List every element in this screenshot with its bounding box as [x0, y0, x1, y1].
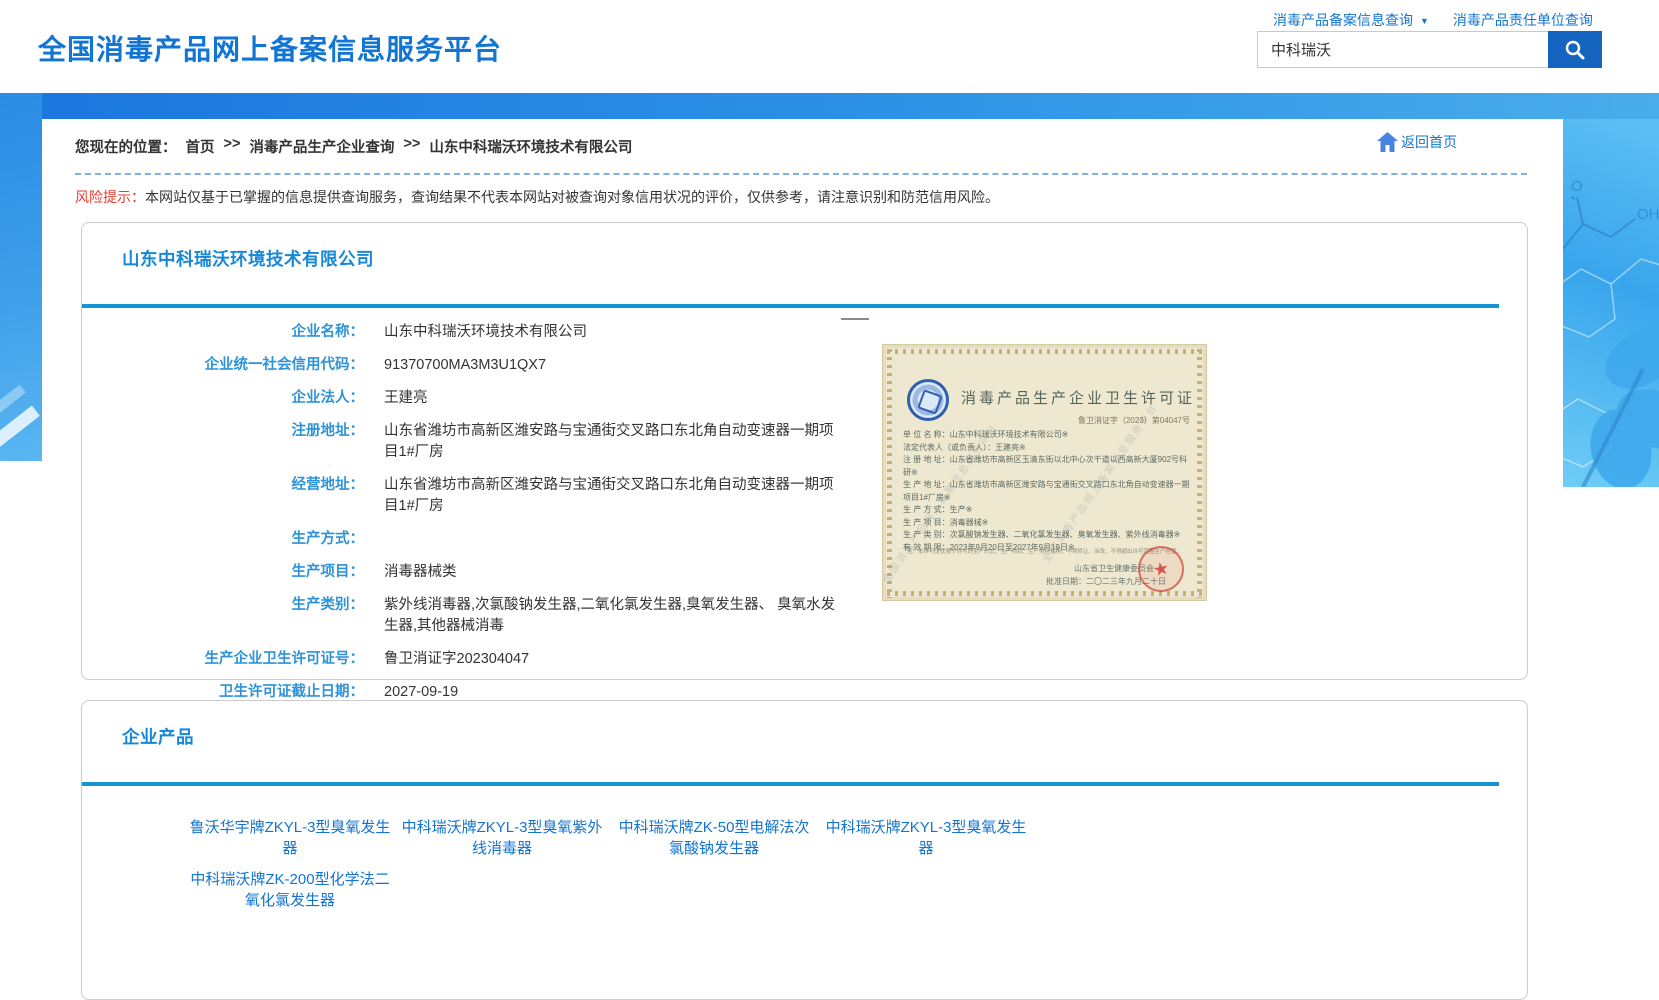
company-products-card: 企业产品 鲁沃华宇牌ZKYL-3型臭氧发生器 中科瑞沃牌ZKYL-3型臭氧紫外线…	[81, 700, 1528, 1000]
header-band	[0, 93, 1659, 119]
nav-link-responsible-unit-query[interactable]: 消毒产品责任单位查询	[1453, 10, 1593, 30]
certificate-line: 生 产 地 址：山东省潍坊市高新区潍安路与宝通街交叉路口东北角自动变速器一期项目…	[903, 479, 1191, 504]
certificate-number: 鲁卫消证字（2023）第04047号	[1078, 415, 1190, 426]
field-label: 经营地址：	[82, 475, 364, 517]
search-icon	[1563, 38, 1587, 62]
company-fields: 企业名称： 山东中科瑞沃环境技术有限公司 企业统一社会信用代码： 9137070…	[82, 322, 872, 715]
dashed-divider	[75, 173, 1527, 175]
breadcrumb-current-page: 山东中科瑞沃环境技术有限公司	[429, 136, 632, 157]
field-label: 生产企业卫生许可证号：	[82, 649, 364, 670]
field-row-production-category: 生产类别： 紫外线消毒器,次氯酸钠发生器,二氧化氯发生器,臭氧发生器、 臭氧水发…	[82, 595, 872, 637]
certificate-emblem-icon	[907, 379, 949, 421]
field-row-production-project: 生产项目： 消毒器械类	[82, 562, 872, 583]
field-row-legal-person: 企业法人： 王建亮	[82, 388, 872, 409]
breadcrumb-separator: >>	[403, 136, 420, 157]
field-value: 紫外线消毒器,次氯酸钠发生器,二氧化氯发生器,臭氧发生器、 臭氧水发生器,其他器…	[384, 595, 842, 637]
field-label: 生产项目：	[82, 562, 364, 583]
seal-star: ★	[1151, 557, 1171, 581]
field-label: 生产类别：	[82, 595, 364, 637]
risk-notice-label: 风险提示：	[75, 189, 145, 205]
products-grid: 鲁沃华宇牌ZKYL-3型臭氧发生器 中科瑞沃牌ZKYL-3型臭氧紫外线消毒器 中…	[184, 817, 1032, 911]
right-background-decoration: O OH	[1563, 119, 1659, 487]
field-row-business-address: 经营地址： 山东省潍坊市高新区潍安路与宝通街交叉路口东北角自动变速器一期项目1#…	[82, 475, 872, 517]
product-link[interactable]: 中科瑞沃牌ZKYL-3型臭氧发生器	[820, 817, 1032, 859]
certificate-line: 生 产 类 别：次氯酸钠发生器、二氧化氯发生器、臭氧发生器、紫外线消毒器※	[903, 529, 1191, 542]
certificate-line: 注 册 地 址：山东省潍坊市高新区玉清东街以北中心次干道以西高新大厦902号科研…	[903, 454, 1191, 479]
product-link[interactable]: 鲁沃华宇牌ZKYL-3型臭氧发生器	[184, 817, 396, 859]
page-header: 全国消毒产品网上备案信息服务平台 消毒产品备案信息查询 ▼ 消毒产品责任单位查询	[0, 0, 1659, 93]
svg-text:O: O	[1571, 178, 1583, 195]
products-section-title: 企业产品	[122, 724, 194, 749]
nav-link-record-info-query[interactable]: 消毒产品备案信息查询 ▼	[1273, 10, 1429, 30]
certificate-line: 生 产 项 目：消毒器械※	[903, 517, 1191, 530]
field-label: 企业统一社会信用代码：	[82, 355, 364, 376]
nav-link-record-info-label: 消毒产品备案信息查询	[1273, 10, 1413, 30]
card-title-rule	[82, 782, 1499, 786]
field-value: 91370700MA3M3U1QX7	[384, 355, 546, 376]
company-name-title: 山东中科瑞沃环境技术有限公司	[122, 246, 374, 271]
field-row-production-mode: 生产方式：	[82, 529, 872, 550]
product-link[interactable]: 中科瑞沃牌ZK-50型电解法次氯酸钠发生器	[608, 817, 820, 859]
dash-mark	[841, 318, 869, 320]
left-chevron-shape	[0, 406, 40, 452]
risk-notice-text: 本网站仅基于已掌握的信息提供查询服务，查询结果不代表本网站对被查询对象信用状况的…	[145, 189, 999, 205]
field-value: 山东中科瑞沃环境技术有限公司	[384, 322, 587, 343]
certificate-border-decoration	[887, 349, 1204, 354]
card-title-rule	[82, 304, 1499, 308]
license-certificate-image[interactable]: 全国消毒产品网上备案信息服务平台 全国消毒产品网上备案信息服务平台 消毒产品生产…	[882, 344, 1207, 601]
search-bar	[1257, 31, 1602, 68]
search-button[interactable]	[1548, 31, 1602, 68]
left-background-decoration	[0, 93, 42, 461]
molecule-illustration: O OH	[1563, 119, 1659, 487]
field-value: 山东省潍坊市高新区潍安路与宝通街交叉路口东北角自动变速器一期项目1#厂房	[384, 421, 842, 463]
field-value: 消毒器械类	[384, 562, 457, 583]
product-link[interactable]: 中科瑞沃牌ZKYL-3型臭氧紫外线消毒器	[396, 817, 608, 859]
certificate-line: 单 位 名 称：山东中科瑞沃环境技术有限公司※	[903, 429, 1191, 442]
return-home-label: 返回首页	[1401, 132, 1457, 152]
company-info-card: 山东中科瑞沃环境技术有限公司 企业名称： 山东中科瑞沃环境技术有限公司 企业统一…	[81, 222, 1528, 680]
chevron-down-icon: ▼	[1420, 16, 1429, 26]
breadcrumb: 您现在的位置： 首页 >> 消毒产品生产企业查询 >> 山东中科瑞沃环境技术有限…	[75, 136, 632, 157]
svg-text:OH: OH	[1637, 206, 1659, 223]
site-title: 全国消毒产品网上备案信息服务平台	[38, 28, 502, 68]
certificate-title: 消毒产品生产企业卫生许可证	[961, 387, 1195, 408]
field-label: 生产方式：	[82, 529, 364, 550]
certificate-body: 单 位 名 称：山东中科瑞沃环境技术有限公司※ 法定代表人（或负责人）：王建亮※…	[903, 429, 1191, 554]
certificate-line: 生 产 方 式：生产※	[903, 504, 1191, 517]
field-value: 山东省潍坊市高新区潍安路与宝通街交叉路口东北角自动变速器一期项目1#厂房	[384, 475, 842, 517]
risk-notice: 风险提示：本网站仅基于已掌握的信息提供查询服务，查询结果不代表本网站对被查询对象…	[75, 187, 999, 207]
breadcrumb-home-link[interactable]: 首页	[186, 136, 215, 157]
return-home-button[interactable]: 返回首页	[1376, 131, 1457, 153]
certificate-border-decoration	[1197, 349, 1202, 598]
search-input[interactable]	[1257, 31, 1548, 68]
nav-link-responsible-unit-label: 消毒产品责任单位查询	[1453, 10, 1593, 30]
field-value: 鲁卫消证字202304047	[384, 649, 529, 670]
field-label: 注册地址：	[82, 421, 364, 463]
field-label: 企业法人：	[82, 388, 364, 409]
field-label: 企业名称：	[82, 322, 364, 343]
breadcrumb-prefix: 您现在的位置：	[75, 136, 177, 157]
breadcrumb-separator: >>	[224, 136, 241, 157]
certificate-line: 法定代表人（或负责人）：王建亮※	[903, 442, 1191, 455]
field-row-registered-address: 注册地址： 山东省潍坊市高新区潍安路与宝通街交叉路口东北角自动变速器一期项目1#…	[82, 421, 872, 463]
field-row-company-name: 企业名称： 山东中科瑞沃环境技术有限公司	[82, 322, 872, 343]
top-nav: 消毒产品备案信息查询 ▼ 消毒产品责任单位查询	[1273, 10, 1593, 30]
breadcrumb-company-query-link[interactable]: 消毒产品生产企业查询	[249, 136, 394, 157]
field-row-credit-code: 企业统一社会信用代码： 91370700MA3M3U1QX7	[82, 355, 872, 376]
field-value: 王建亮	[384, 388, 428, 409]
product-link[interactable]: 中科瑞沃牌ZK-200型化学法二氧化氯发生器	[184, 869, 396, 911]
home-icon	[1376, 131, 1399, 153]
field-row-license-number: 生产企业卫生许可证号： 鲁卫消证字202304047	[82, 649, 872, 670]
